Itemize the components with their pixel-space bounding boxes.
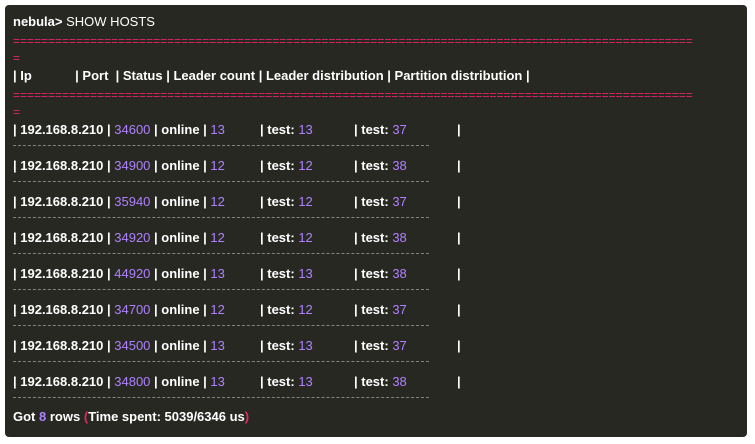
row-leader-distribution: | test: 13 xyxy=(260,338,313,353)
row-ip-port-status: | 192.168.8.210 | 35940 | online | 12 xyxy=(13,194,225,209)
row-divider xyxy=(13,361,429,362)
row-leader-distribution: | test: 12 xyxy=(260,158,313,173)
row-partition-distribution: | test: 38 xyxy=(354,158,407,173)
row-leader-distribution: | test: 12 xyxy=(260,194,313,209)
row-divider xyxy=(13,397,429,398)
row-ip-port-status: | 192.168.8.210 | 34800 | online | 13 xyxy=(13,374,225,389)
row-divider xyxy=(13,253,429,254)
row-leader-distribution: | test: 13 xyxy=(260,266,313,281)
row-ip-port-status: | 192.168.8.210 | 34700 | online | 12 xyxy=(13,302,225,317)
prompt: nebula> xyxy=(13,14,63,29)
row-partition-distribution: | test: 37 xyxy=(354,338,407,353)
row-ip-port-status: | 192.168.8.210 | 44920 | online | 13 xyxy=(13,266,225,281)
row-count: 8 xyxy=(39,409,47,424)
row-ip-port-status: | 192.168.8.210 | 34920 | online | 12 xyxy=(13,230,225,245)
header-separator: ========================================… xyxy=(13,88,693,102)
row-end-pipe: | xyxy=(457,374,461,389)
row-divider xyxy=(13,289,429,290)
row-partition-distribution: | test: 37 xyxy=(354,302,407,317)
row-partition-distribution: | test: 38 xyxy=(354,230,407,245)
top-separator: ========================================… xyxy=(13,34,693,48)
row-partition-distribution: | test: 37 xyxy=(354,122,407,137)
row-divider xyxy=(13,181,429,182)
result-summary: Got 8 rows (Time spent: 5039/6346 us) xyxy=(13,409,250,424)
row-partition-distribution: | test: 37 xyxy=(354,194,407,209)
row-ip-port-status: | 192.168.8.210 | 34600 | online | 13 xyxy=(13,122,225,137)
header-separator-tail: = xyxy=(13,105,21,119)
row-ip-port-status: | 192.168.8.210 | 34500 | online | 13 xyxy=(13,338,225,353)
row-leader-distribution: | test: 13 xyxy=(260,122,313,137)
row-leader-distribution: | test: 13 xyxy=(260,374,313,389)
table-header: | Ip | Port | Status | Leader count | Le… xyxy=(13,68,530,83)
row-end-pipe: | xyxy=(457,230,461,245)
row-end-pipe: | xyxy=(457,338,461,353)
row-leader-distribution: | test: 12 xyxy=(260,230,313,245)
row-partition-distribution: | test: 38 xyxy=(354,266,407,281)
row-end-pipe: | xyxy=(457,122,461,137)
command-line: nebula> SHOW HOSTS xyxy=(13,13,155,31)
terminal-window: nebula> SHOW HOSTS =====================… xyxy=(5,5,747,437)
row-partition-distribution: | test: 38 xyxy=(354,374,407,389)
row-leader-distribution: | test: 12 xyxy=(260,302,313,317)
row-divider xyxy=(13,325,429,326)
time-spent: Time spent: 5039/6346 us xyxy=(88,409,245,424)
row-end-pipe: | xyxy=(457,266,461,281)
row-end-pipe: | xyxy=(457,158,461,173)
row-divider xyxy=(13,145,429,146)
row-divider xyxy=(13,217,429,218)
row-ip-port-status: | 192.168.8.210 | 34900 | online | 12 xyxy=(13,158,225,173)
row-end-pipe: | xyxy=(457,194,461,209)
command-text: SHOW HOSTS xyxy=(66,14,155,29)
top-separator-tail: = xyxy=(13,51,21,65)
row-end-pipe: | xyxy=(457,302,461,317)
